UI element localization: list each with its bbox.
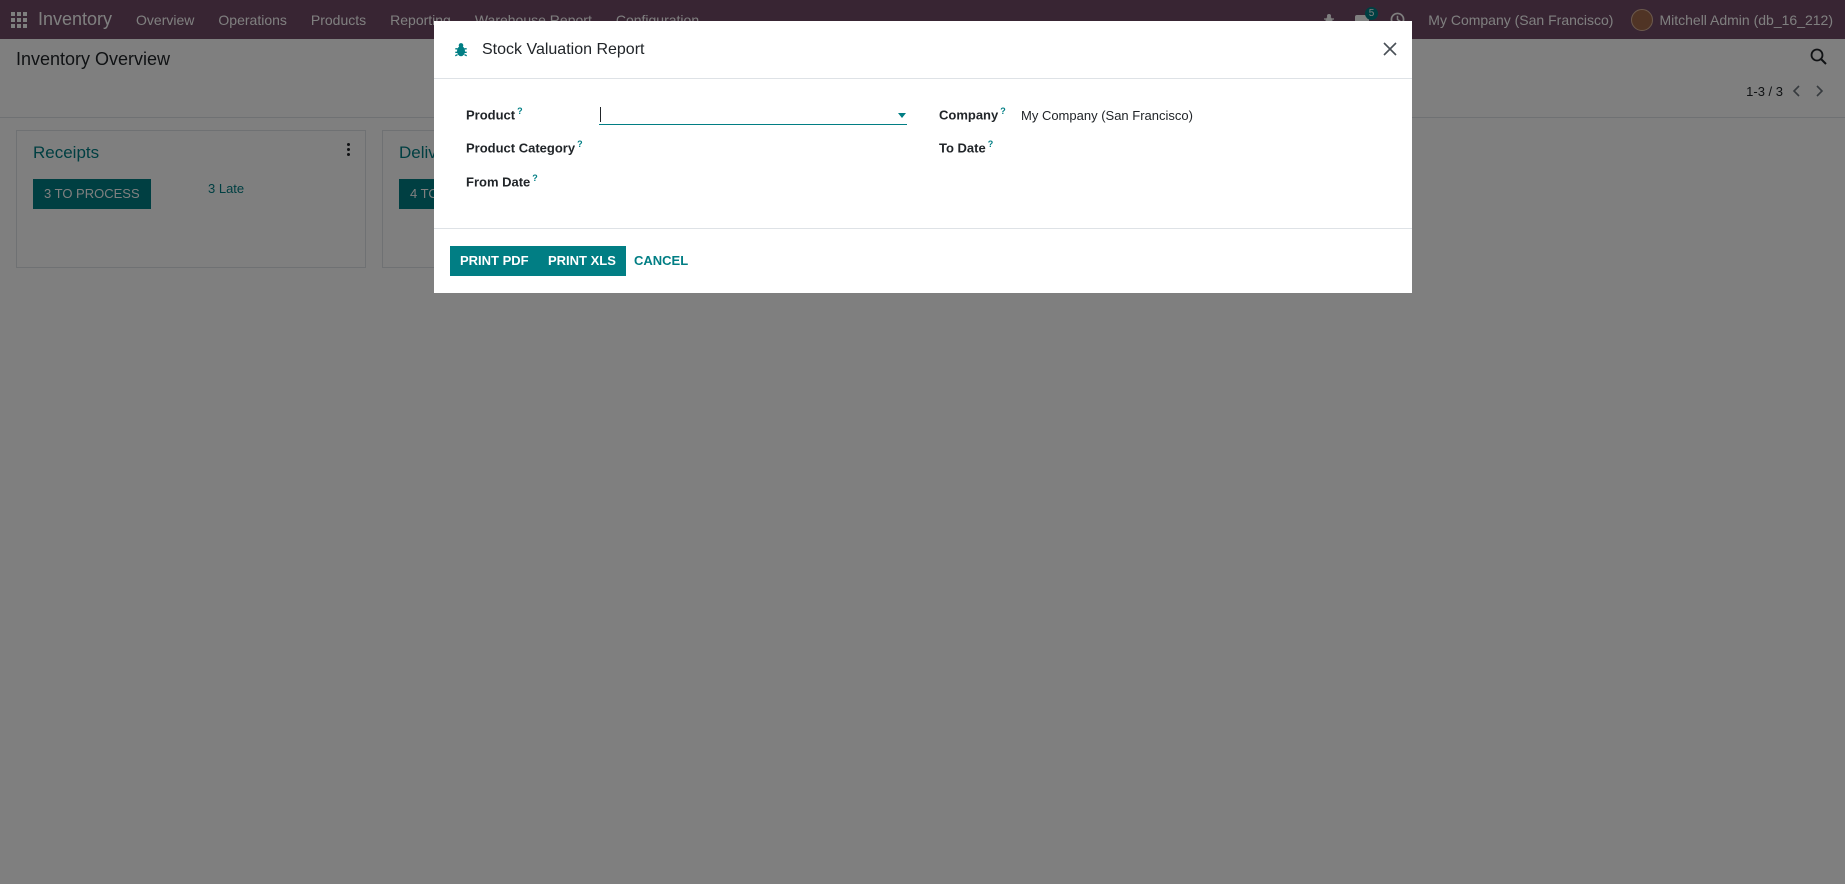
help-tooltip-icon[interactable]: ?	[532, 173, 538, 183]
print-pdf-button[interactable]: PRINT PDF	[450, 246, 539, 276]
stock-valuation-dialog: Stock Valuation Report Product? Product …	[434, 21, 1412, 293]
company-value: My Company (San Francisco)	[1021, 108, 1193, 123]
modal-footer: PRINT PDF PRINT XLS CANCEL	[434, 229, 1412, 291]
dropdown-caret-icon[interactable]	[898, 113, 906, 118]
to-date-field[interactable]	[1021, 135, 1321, 157]
modal-body: Product? Product Category? From Date? Co…	[434, 79, 1412, 229]
help-tooltip-icon[interactable]: ?	[517, 106, 523, 116]
text-cursor	[600, 107, 601, 122]
cancel-button[interactable]: CANCEL	[634, 253, 688, 268]
help-tooltip-icon[interactable]: ?	[1000, 106, 1006, 116]
product-label: Product?	[466, 106, 523, 123]
close-icon[interactable]	[1380, 39, 1400, 59]
company-label: Company?	[939, 106, 1006, 123]
modal-title: Stock Valuation Report	[482, 41, 645, 58]
product-category-field[interactable]	[599, 135, 907, 157]
from-date-label: From Date?	[466, 173, 538, 190]
help-tooltip-icon[interactable]: ?	[577, 139, 583, 149]
product-category-label: Product Category?	[466, 139, 583, 156]
bug-icon	[454, 43, 468, 57]
from-date-field[interactable]	[599, 169, 907, 191]
to-date-label: To Date?	[939, 139, 994, 156]
modal-header: Stock Valuation Report	[434, 21, 1412, 79]
product-input[interactable]	[599, 105, 907, 125]
print-xls-button[interactable]: PRINT XLS	[538, 246, 626, 276]
help-tooltip-icon[interactable]: ?	[988, 139, 994, 149]
